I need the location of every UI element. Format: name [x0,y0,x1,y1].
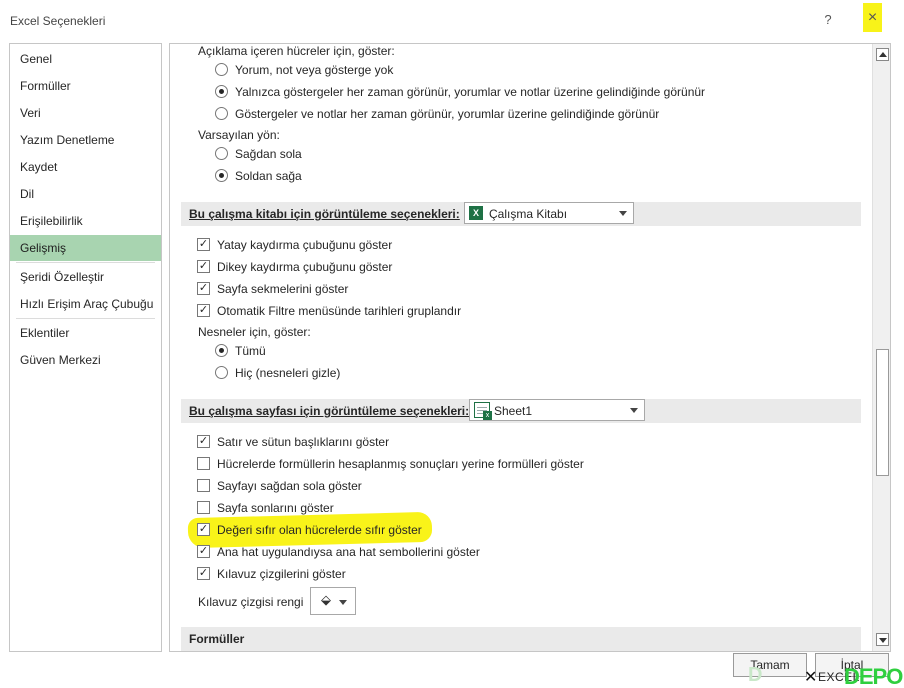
radio-comments-indicators-and-notes[interactable] [215,107,228,120]
nav-item-eklentiler[interactable]: Eklentiler [10,320,161,346]
chevron-down-icon [619,211,627,216]
checkbox-vertical-scrollbar[interactable]: ✓ [197,260,210,273]
nav-item-guven-merkezi[interactable]: Güven Merkezi [10,347,161,373]
chevron-down-icon [339,600,347,605]
close-button[interactable]: × [863,8,882,28]
workbook-section-title: Bu çalışma kitabı için görüntüleme seçen… [189,207,460,221]
checkbox-label: Sayfayı sağdan sola göster [217,479,362,493]
excel-workbook-icon: X [469,206,483,220]
workbook-dropdown[interactable]: X Çalışma Kitabı [464,202,634,224]
nav-item-seridi-ozellestir[interactable]: Şeridi Özelleştir [10,264,161,290]
scroll-up-button[interactable] [876,48,889,61]
nav-item-yazim-denetleme[interactable]: Yazım Denetleme [10,127,161,153]
checkbox-label: Ana hat uygulandıysa ana hat sembollerin… [217,545,480,559]
radio-comments-none[interactable] [215,63,228,76]
checkbox-page-breaks[interactable] [197,501,210,514]
checkbox-label: Satır ve sütun başlıklarını göster [217,435,390,449]
radio-objects-none[interactable] [215,366,228,379]
checkbox-label: Otomatik Filtre menüsünde tarihleri grup… [217,304,462,318]
options-pane: Açıklama içeren hücreler için, göster: Y… [169,43,891,652]
checkbox-show-zero[interactable]: ✓ [197,523,210,536]
chevron-down-icon [630,408,638,413]
nav-item-hizli-erisim[interactable]: Hızlı Erişim Araç Çubuğu [10,291,161,317]
checkbox-sheet-tabs[interactable]: ✓ [197,282,210,295]
scrollbar-thumb[interactable] [876,349,889,476]
checkbox-gridlines[interactable]: ✓ [197,567,210,580]
comments-heading: Açıklama içeren hücreler için, göster: [198,44,395,58]
sheet-dropdown[interactable]: x Sheet1 [469,399,645,421]
sheet-dropdown-value: Sheet1 [494,404,533,418]
checkbox-sheet-rtl[interactable] [197,479,210,492]
worksheet-icon: x [474,402,492,420]
radio-objects-all[interactable] [215,344,228,357]
paint-bucket-icon: ⬙ [321,592,331,607]
checkbox-label: Kılavuz çizgilerini göster [217,567,346,581]
checkbox-label: Değeri sıfır olan hücrelerde sıfır göste… [217,523,422,537]
watermark: D ✕ EXCEL DEPO [740,666,904,688]
radio-label: Tümü [235,344,266,358]
formulas-section-title: Formüller [189,632,245,646]
excel-x-icon: ✕ [804,669,818,686]
nav-item-dil[interactable]: Dil [10,181,161,207]
nav-item-gelismis[interactable]: Gelişmiş [10,235,161,261]
vertical-scrollbar[interactable] [872,44,890,651]
direction-heading: Varsayılan yön: [198,128,280,142]
radio-comments-indicators-only[interactable] [215,85,228,98]
gridline-color-picker[interactable]: ⬙ [310,587,356,615]
radio-label: Hiç (nesneleri gizle) [235,366,341,380]
objects-heading: Nesneler için, göster: [198,325,311,339]
nav-item-genel[interactable]: Genel [10,46,161,72]
options-scroll-area: Açıklama içeren hücreler için, göster: Y… [170,44,872,651]
workbook-dropdown-value: Çalışma Kitabı [489,207,568,221]
nav-item-erisilebilirlik[interactable]: Erişilebilirlik [10,208,161,234]
nav-separator [16,262,155,263]
checkbox-group-dates[interactable]: ✓ [197,304,210,317]
checkbox-outline-symbols[interactable]: ✓ [197,545,210,558]
sheet-section-title: Bu çalışma sayfası için görüntüleme seçe… [189,404,470,418]
checkbox-label: Dikey kaydırma çubuğunu göster [217,260,393,274]
formulas-section-header: Formüller [181,627,861,651]
radio-left-to-right[interactable] [215,169,228,182]
watermark-mark: D [748,666,763,686]
checkbox-label: Sayfa sekmelerini göster [217,282,349,296]
nav-separator [16,318,155,319]
radio-label: Yorum, not veya gösterge yok [235,63,394,77]
checkbox-label: Sayfa sonlarını göster [217,501,334,515]
checkbox-label: Hücrelerde formüllerin hesaplanmış sonuç… [217,457,584,471]
radio-label: Soldan sağa [235,169,302,183]
dialog-title: Excel Seçenekleri [10,14,106,28]
radio-label: Sağdan sola [235,147,302,161]
radio-right-to-left[interactable] [215,147,228,160]
checkbox-row-col-headers[interactable]: ✓ [197,435,210,448]
checkbox-label: Yatay kaydırma çubuğunu göster [217,238,393,252]
category-nav: Genel Formüller Veri Yazım Denetleme Kay… [9,43,162,652]
radio-label: Göstergeler ve notlar her zaman görünür,… [235,107,660,121]
help-button[interactable]: ? [820,12,836,30]
nav-item-kaydet[interactable]: Kaydet [10,154,161,180]
gridline-color-label: Kılavuz çizgisi rengi [198,595,304,609]
checkbox-show-formulas[interactable] [197,457,210,470]
title-bar: Excel Seçenekleri ? × [0,0,904,42]
radio-label: Yalnızca göstergeler her zaman görünür, … [235,85,706,99]
nav-item-veri[interactable]: Veri [10,100,161,126]
nav-item-formuller[interactable]: Formüller [10,73,161,99]
watermark-logo: DEPO [844,666,903,688]
scroll-down-button[interactable] [876,633,889,646]
checkbox-horizontal-scrollbar[interactable]: ✓ [197,238,210,251]
